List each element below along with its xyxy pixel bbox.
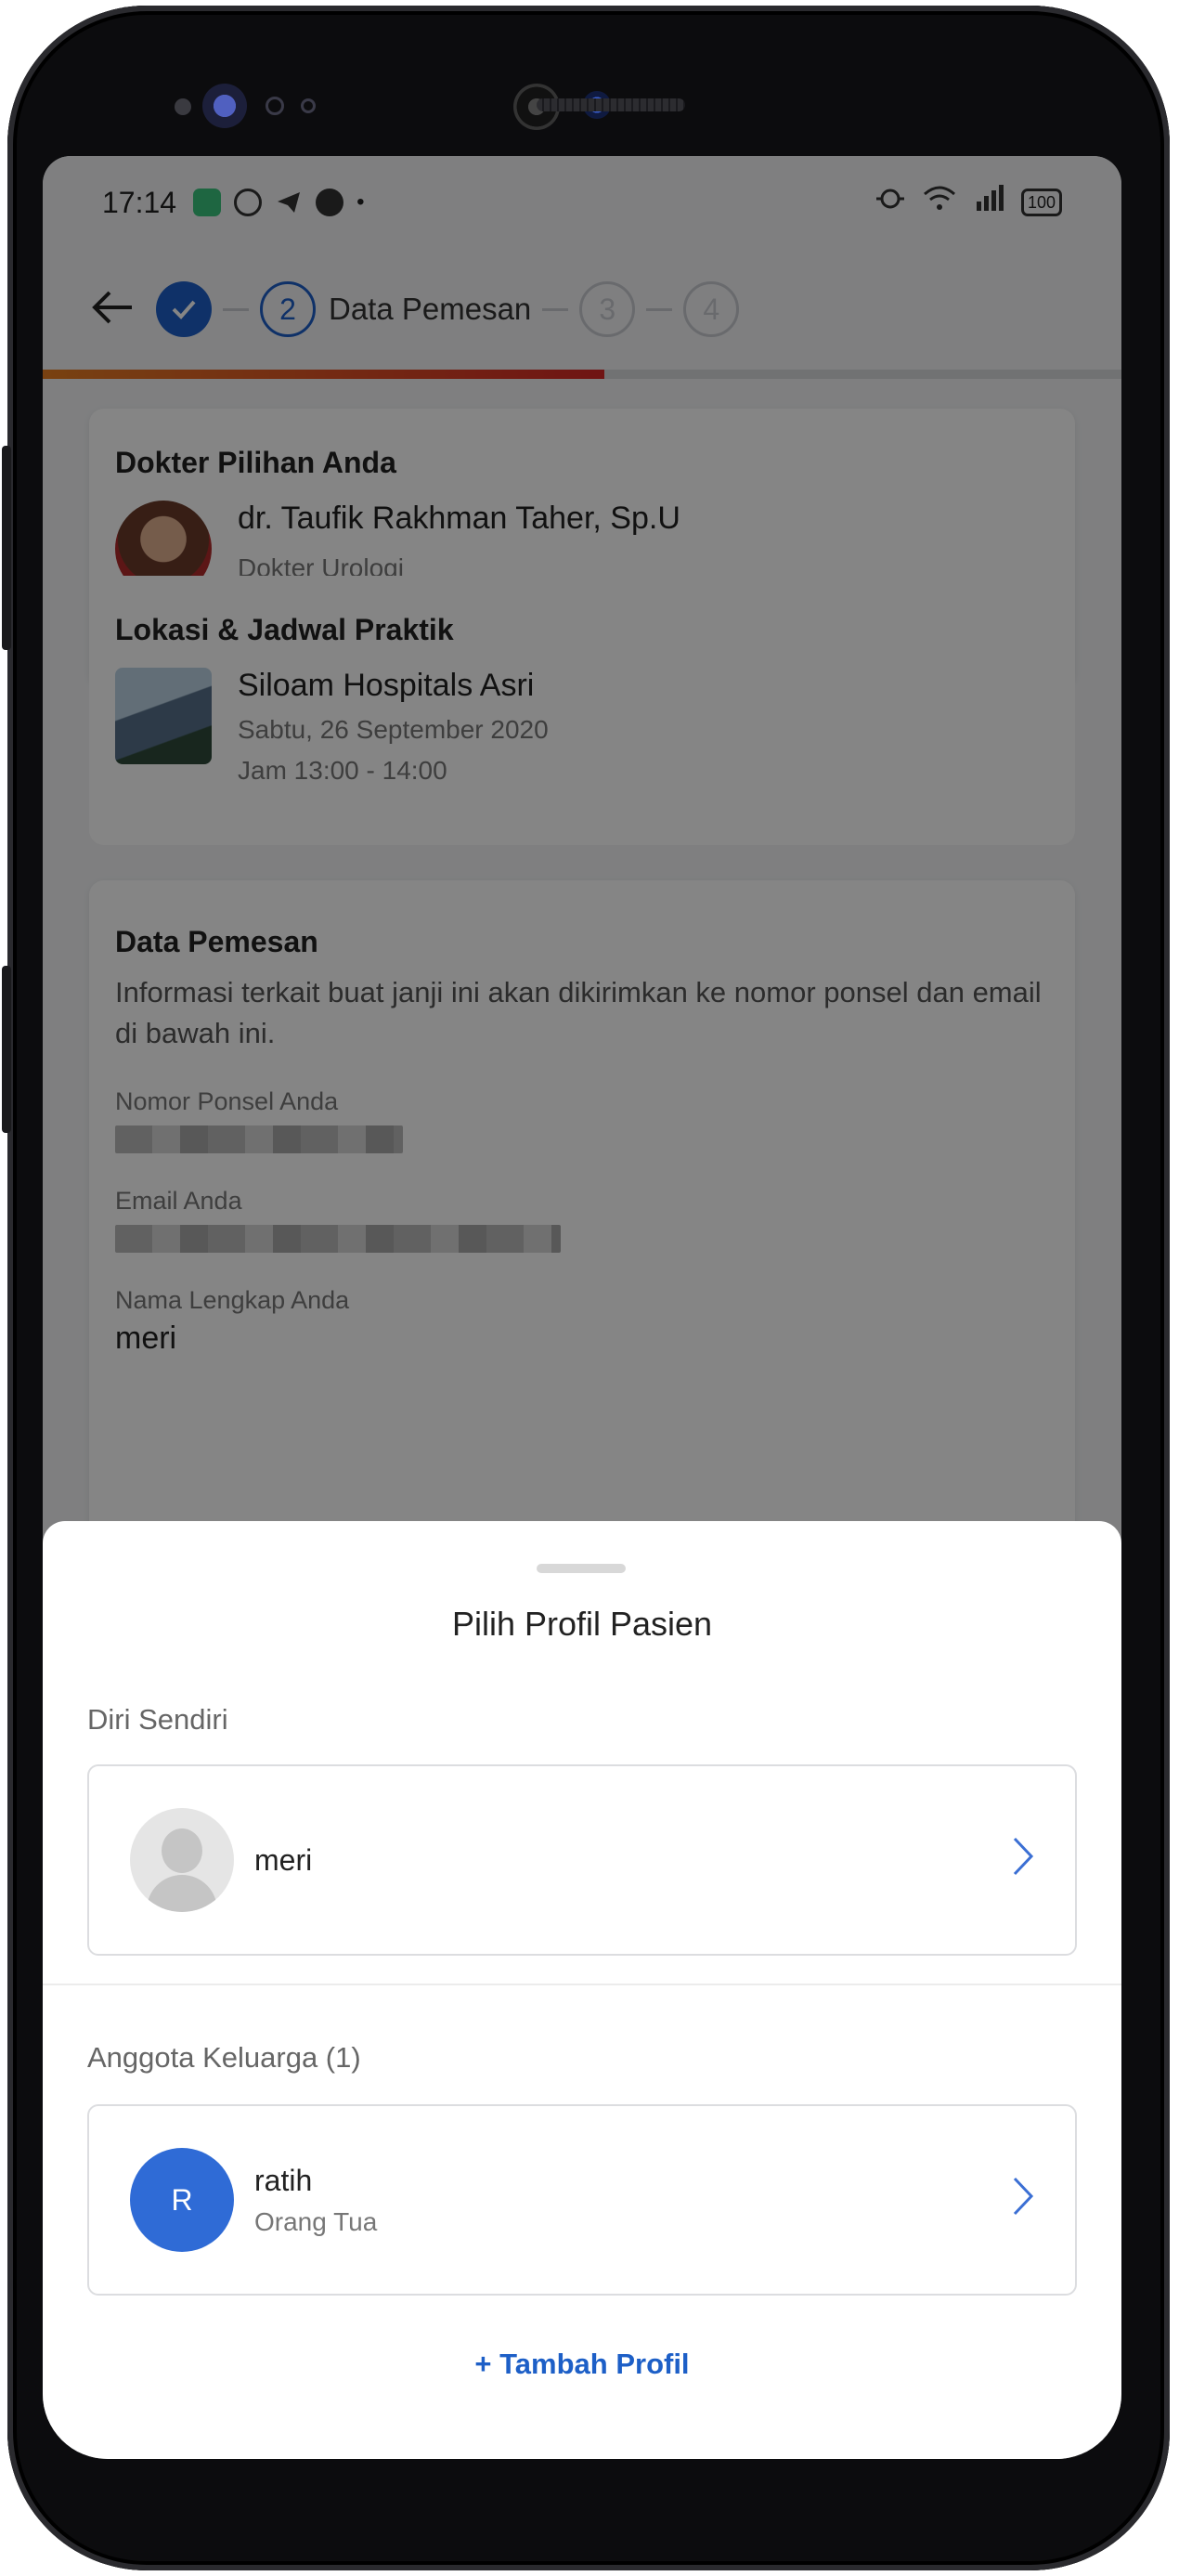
sensor-dot	[301, 98, 316, 113]
power-button	[2, 966, 11, 1133]
default-avatar-icon	[130, 1808, 234, 1912]
add-profile-label: Tambah Profil	[499, 2348, 690, 2380]
section-divider	[43, 1984, 1121, 1985]
sheet-drag-handle[interactable]	[537, 1564, 626, 1573]
family-section-label: Anggota Keluarga (1)	[87, 2041, 361, 2074]
earpiece-speaker	[537, 98, 685, 111]
self-section-label: Diri Sendiri	[87, 1703, 228, 1736]
sensor-dot	[266, 97, 284, 115]
family-avatar: R	[130, 2148, 234, 2252]
volume-button	[2, 446, 11, 650]
phone-screen: 17:14 • 100 2 Data Pemesan 3 4 Dokter Pi…	[43, 156, 1121, 2459]
family-profile-card[interactable]: R ratih Orang Tua	[87, 2104, 1077, 2296]
family-profile-relation: Orang Tua	[254, 2206, 378, 2236]
self-profile-card[interactable]: meri	[87, 1764, 1077, 1956]
sheet-title: Pilih Profil Pasien	[451, 1605, 713, 1643]
family-profile-name: ratih	[254, 2163, 313, 2197]
plus-icon: +	[474, 2348, 492, 2380]
self-profile-name: meri	[254, 1842, 313, 1877]
patient-profile-sheet: Pilih Profil Pasien Diri Sendiri meri An…	[43, 1521, 1121, 2459]
sensor-dot	[175, 98, 191, 115]
chevron-right-icon	[1012, 1831, 1034, 1889]
chevron-right-icon	[1012, 2171, 1034, 2229]
front-sensor	[202, 84, 247, 128]
add-profile-button[interactable]: + Tambah Profil	[43, 2348, 1121, 2381]
